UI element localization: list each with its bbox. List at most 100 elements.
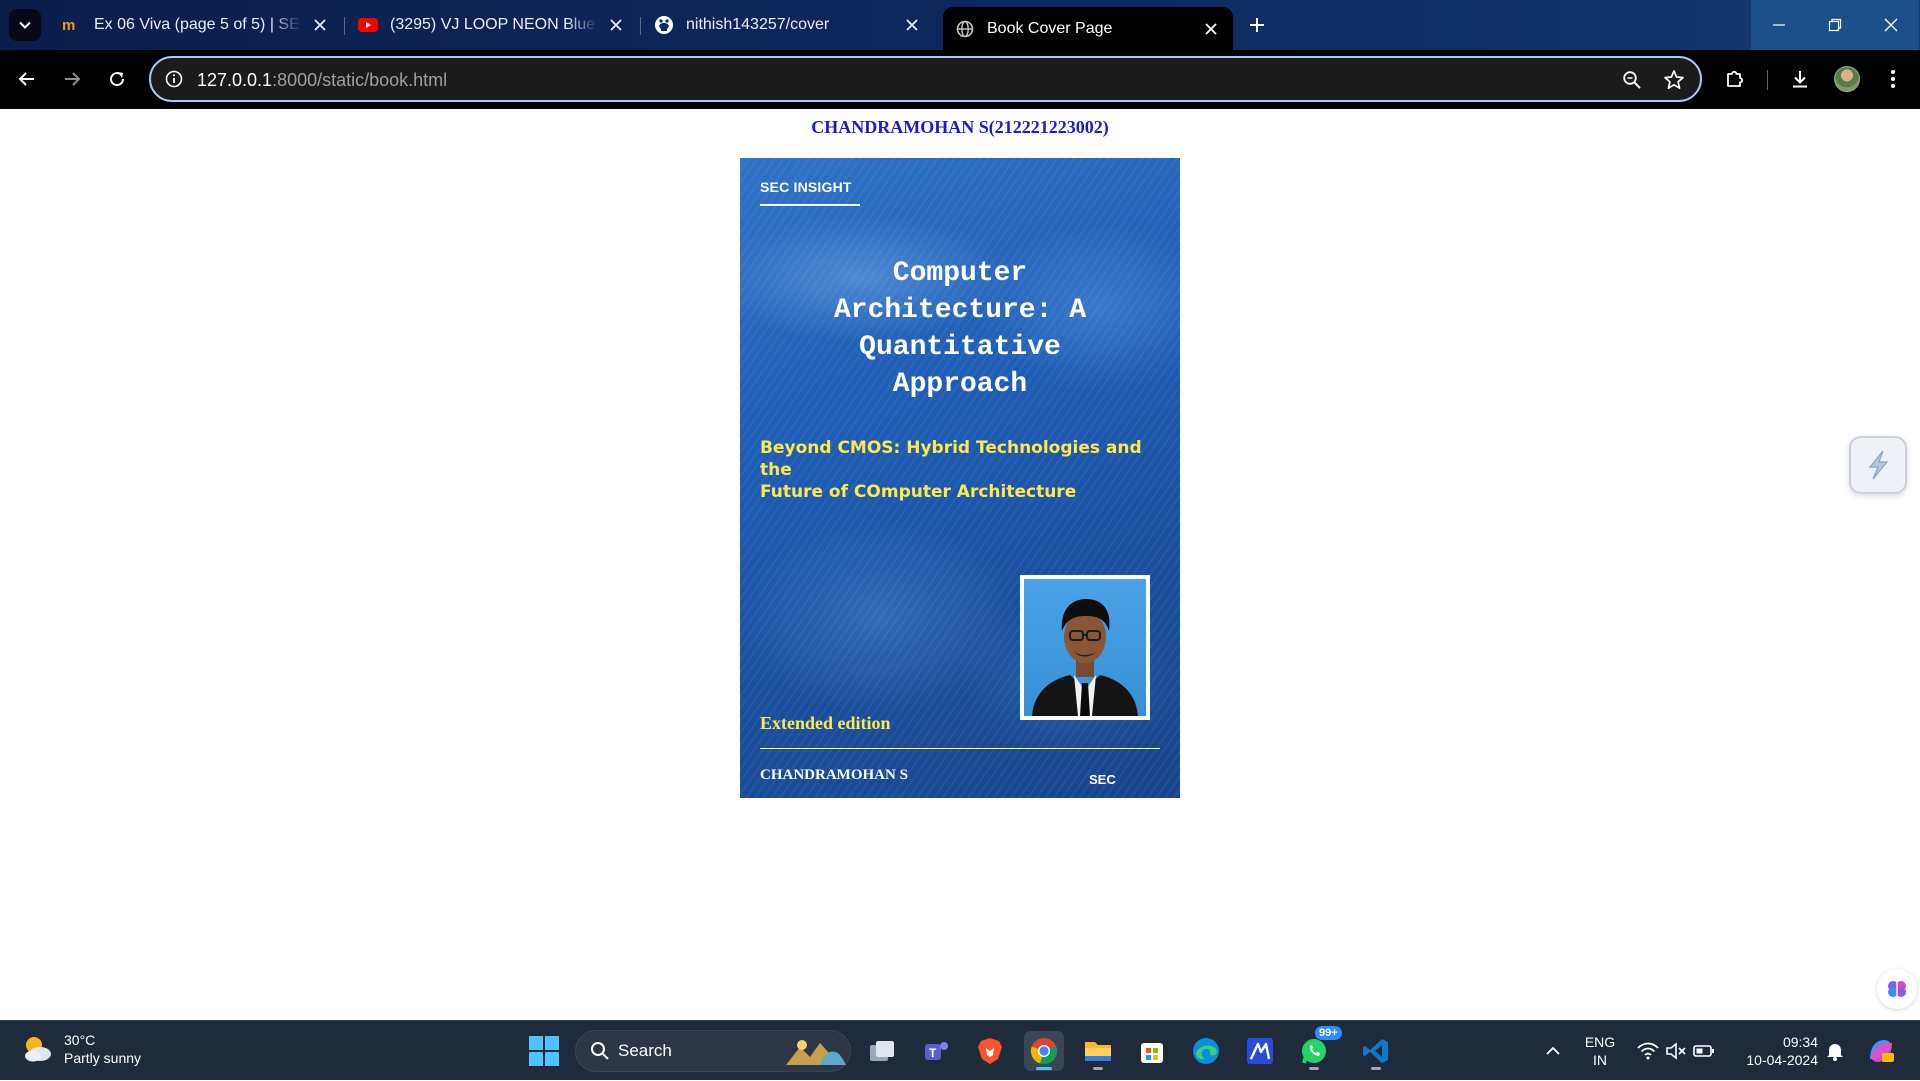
floating-extension-widget[interactable] xyxy=(1849,436,1907,494)
restore-button[interactable] xyxy=(1807,0,1863,50)
search-highlight-icon xyxy=(786,1040,846,1065)
windows-start-icon[interactable] xyxy=(528,1035,560,1067)
copilot-button[interactable] xyxy=(1862,1021,1900,1081)
tab-github[interactable]: nithish143257/cover xyxy=(642,8,934,42)
page-heading: CHANDRAMOHAN S(212221223002) xyxy=(811,117,1109,137)
file-explorer-button[interactable] xyxy=(1078,1031,1118,1071)
tab-title: nithish143257/cover xyxy=(686,16,830,33)
book-title: Computer Architecture: A Quantitative Ap… xyxy=(770,255,1150,403)
tab-separator xyxy=(344,17,345,35)
store-button[interactable] xyxy=(1132,1031,1172,1071)
weather-temp: 30°C xyxy=(64,1032,96,1048)
tab-ex06-viva[interactable]: m Ex 06 Viva (page 5 of 5) | SEC xyxy=(50,8,342,42)
store-icon xyxy=(1141,1043,1163,1063)
weather-condition: Partly sunny xyxy=(64,1050,142,1066)
running-indicator xyxy=(1093,1067,1103,1070)
vscode-button[interactable] xyxy=(1356,1031,1396,1071)
copilot-widget[interactable] xyxy=(1877,969,1917,1009)
brave-button[interactable] xyxy=(970,1031,1010,1071)
book-title-line: Architecture: A xyxy=(833,295,1087,326)
language-code: ENG xyxy=(1584,1034,1616,1050)
extensions-button[interactable] xyxy=(1718,62,1752,96)
chevron-down-icon xyxy=(19,21,31,29)
search-label: Search xyxy=(618,1041,672,1060)
lightning-icon xyxy=(1868,450,1889,480)
book-subtitle-line: Future of COmputer Architecture xyxy=(760,482,1077,502)
close-icon[interactable] xyxy=(1201,19,1221,39)
teams-icon: T xyxy=(925,1042,948,1060)
clock[interactable]: 09:34 10-04-2024 xyxy=(1730,1021,1818,1081)
region-code: IN xyxy=(1593,1052,1607,1068)
teams-button[interactable]: T xyxy=(916,1031,956,1071)
close-icon[interactable] xyxy=(902,15,922,35)
windows-taskbar: 30°C Partly sunny Search T 99+ ENG IN 09… xyxy=(0,1020,1920,1080)
cover-divider xyxy=(760,748,1160,749)
menu-button[interactable] xyxy=(1876,62,1910,96)
running-indicator xyxy=(1309,1067,1319,1070)
whatsapp-button[interactable]: 99+ xyxy=(1294,1025,1343,1071)
chrome-icon xyxy=(1030,1038,1058,1065)
notifications-button[interactable] xyxy=(1822,1021,1848,1081)
vscode-icon xyxy=(1363,1039,1388,1063)
browser-toolbar: 127.0.0.1:8000/static/book.html xyxy=(0,50,1920,109)
address-bar[interactable]: 127.0.0.1:8000/static/book.html xyxy=(149,56,1702,102)
edge-button[interactable] xyxy=(1186,1031,1226,1071)
minimize-icon xyxy=(1773,24,1785,26)
bookmark-star-icon[interactable] xyxy=(1662,68,1686,92)
tab-search-button[interactable] xyxy=(9,9,41,41)
remote-button[interactable] xyxy=(1240,1031,1280,1071)
quick-settings-button[interactable] xyxy=(1634,1021,1718,1081)
wifi-icon xyxy=(1637,1042,1659,1060)
arrow-left-icon xyxy=(18,72,34,86)
reload-button[interactable] xyxy=(100,62,134,96)
battery-icon xyxy=(1693,1045,1714,1057)
chrome-button[interactable] xyxy=(1024,1031,1064,1071)
whatsapp-icon xyxy=(1302,1039,1326,1064)
minimize-button[interactable] xyxy=(1751,0,1807,50)
kebab-menu-icon xyxy=(1891,70,1895,88)
publisher-underline xyxy=(760,204,860,206)
svg-text:m: m xyxy=(62,17,75,33)
task-view-button[interactable] xyxy=(862,1031,902,1071)
tab-youtube[interactable]: (3295) VJ LOOP NEON Blue Metal xyxy=(346,8,638,42)
clock-date: 10-04-2024 xyxy=(1746,1052,1818,1068)
zoom-icon[interactable] xyxy=(1620,68,1644,92)
tab-book-cover-page[interactable]: Book Cover Page xyxy=(943,7,1233,50)
youtube-icon xyxy=(358,15,378,35)
forward-button[interactable] xyxy=(55,62,89,96)
speaker-muted-icon xyxy=(1666,1042,1686,1060)
running-indicator xyxy=(1036,1067,1052,1070)
edge-icon xyxy=(1193,1038,1219,1064)
book-subtitle: Beyond CMOS: Hybrid Technologies and the… xyxy=(760,437,1170,503)
notification-badge: 99+ xyxy=(1314,1025,1343,1041)
profile-avatar[interactable] xyxy=(1834,66,1860,92)
brave-icon xyxy=(978,1038,1002,1064)
language-indicator[interactable]: ENG IN xyxy=(1581,1021,1619,1081)
puzzle-icon xyxy=(1727,70,1744,87)
chevron-up-icon xyxy=(1546,1046,1560,1055)
book-title-line: Quantitative xyxy=(859,332,1061,363)
new-tab-button[interactable] xyxy=(1241,9,1273,41)
show-hidden-icons-button[interactable] xyxy=(1536,1021,1570,1081)
cover-publisher: SEC INSIGHT xyxy=(760,179,852,195)
close-window-button[interactable] xyxy=(1863,0,1919,50)
author-photo xyxy=(1020,575,1150,720)
close-icon[interactable] xyxy=(310,15,330,35)
page-content: CHANDRAMOHAN S(212221223002) SEC INSIGHT… xyxy=(0,109,1920,1020)
book-title-line: Approach xyxy=(892,369,1028,400)
downloads-button[interactable] xyxy=(1783,62,1817,96)
task-view-icon xyxy=(870,1041,894,1061)
url-path: :8000/static/book.html xyxy=(272,70,448,90)
back-button[interactable] xyxy=(10,62,44,96)
tab-strip: m Ex 06 Viva (page 5 of 5) | SEC (3295) … xyxy=(0,0,1920,50)
weather-widget[interactable]: 30°C Partly sunny xyxy=(20,1031,141,1067)
globe-icon xyxy=(955,19,975,39)
taskbar-search[interactable]: Search xyxy=(575,1030,851,1072)
github-icon xyxy=(654,15,674,35)
copilot-icon xyxy=(1870,1040,1894,1062)
url-text[interactable]: 127.0.0.1:8000/static/book.html xyxy=(197,70,447,91)
tab-title: (3295) VJ LOOP NEON Blue Metal xyxy=(390,16,598,33)
book-subtitle-line: Beyond CMOS: Hybrid Technologies and the xyxy=(760,438,1142,480)
close-icon[interactable] xyxy=(606,15,626,35)
site-info-icon[interactable] xyxy=(163,68,185,90)
